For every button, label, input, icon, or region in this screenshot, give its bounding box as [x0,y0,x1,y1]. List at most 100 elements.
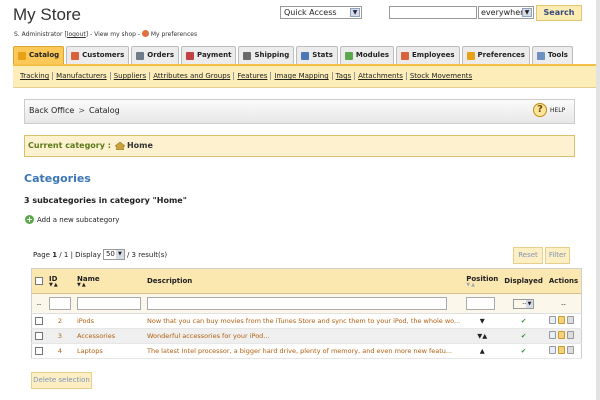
table-row[interactable]: 3 Accessories Wonderful accessories for … [31,328,582,344]
employees-icon [401,51,409,60]
edit-icon[interactable] [557,316,565,324]
scrollbar[interactable] [596,0,600,400]
tab-shipping[interactable]: Shipping [238,46,295,64]
filter-displayed-select[interactable]: -- ▼ [513,298,535,309]
tab-tools[interactable]: Tools [531,46,573,64]
filter-actions: -- [545,293,582,314]
catalog-icon [18,51,26,60]
filter-name-input[interactable] [77,297,141,310]
breadcrumb-root[interactable]: Back Office [29,106,74,115]
filter-id-cell [46,293,74,314]
view-icon[interactable] [548,346,556,354]
categories-table: ID ▼▲ Name ▼▲ Description Position ▼▲ Displ… [31,268,583,359]
delete-selection-button[interactable]: Delete selection [31,372,92,389]
user-line: S. Administrator [logout] - View my shop… [14,30,198,38]
subnav-stock-movements[interactable]: Stock Movements [407,72,475,80]
current-category-value[interactable]: Home [127,141,153,150]
logout-link[interactable]: logout [67,31,86,38]
user-icon [141,30,149,37]
row-description[interactable]: Wonderful accessories for your iPod... [144,328,464,344]
search-button[interactable]: Search [536,5,582,21]
subnav: Tracking Manufacturers Suppliers Attribu… [20,72,475,80]
table-row[interactable]: 2 iPods Now that you can buy movies from… [31,313,582,329]
tab-preferences[interactable]: Preferences [461,46,530,64]
filter-description-input[interactable] [147,297,447,310]
displayed-check-icon[interactable]: ✔ [501,313,546,329]
subnav-suppliers[interactable]: Suppliers [111,72,151,80]
search-input[interactable] [389,6,477,19]
add-subcategory-link[interactable]: + Add a new subcategory [25,215,119,224]
pager-label: Page [33,250,50,259]
tab-catalog[interactable]: Catalog [13,46,65,64]
filter-row: -- -- ▼ -- [31,293,582,314]
chevron-down-icon[interactable]: ▼ [350,8,360,17]
shipping-icon [243,51,252,60]
chevron-down-icon[interactable]: ▼ [522,8,532,17]
view-shop-link[interactable]: View my shop [94,31,136,38]
tab-orders[interactable]: Orders [131,46,180,64]
header-name: Name ▼▲ [74,268,144,294]
tab-modules[interactable]: Modules [339,46,394,64]
position-arrows[interactable]: ▼▲ [463,328,502,344]
subnav-attachments[interactable]: Attachments [355,72,407,80]
row-actions [545,328,582,344]
row-id[interactable]: 4 [46,343,74,359]
filter-position-input[interactable] [466,297,496,310]
displayed-check-icon[interactable]: ✔ [501,343,546,359]
subnav-attributes-groups[interactable]: Attributes and Groups [150,72,235,80]
tools-icon [536,51,545,60]
chevron-down-icon[interactable]: ▼ [115,250,124,259]
sort-arrows-icon[interactable]: ▼▲ [77,282,141,288]
tab-stats[interactable]: Stats [296,46,338,64]
help-button[interactable]: ? HELP [533,103,565,117]
filter-name-cell [74,293,144,314]
position-arrows[interactable]: ▼ [463,313,502,329]
edit-icon[interactable] [557,346,565,354]
subnav-features[interactable]: Features [234,72,272,80]
row-id[interactable]: 2 [46,313,74,329]
row-name[interactable]: iPods [74,313,144,329]
subnav-tags[interactable]: Tags [333,72,356,80]
row-checkbox[interactable] [35,332,43,340]
categories-heading: Categories [24,172,91,185]
subnav-manufacturers[interactable]: Manufacturers [53,72,111,80]
row-name[interactable]: Laptops [74,343,144,359]
tab-label: Payment [197,51,232,59]
row-id[interactable]: 3 [46,328,74,344]
pager-results: / 3 result(s) [126,250,168,259]
delete-icon[interactable] [566,316,574,324]
search-scope-select[interactable]: everywhere ▼ [478,6,534,19]
per-page-select[interactable]: 50 ▼ [102,249,125,260]
filter-description-cell [144,293,464,314]
reset-button[interactable]: Reset [513,247,543,264]
sort-arrows-icon[interactable]: ▼▲ [466,282,498,288]
subnav-tracking[interactable]: Tracking [20,72,54,80]
filter-id-input[interactable] [49,297,71,310]
row-description[interactable]: Now that you can buy movies from the iTu… [144,313,464,329]
displayed-check-icon[interactable]: ✔ [501,328,546,344]
view-icon[interactable] [548,331,556,339]
quick-access-select[interactable]: Quick Access ▼ [280,6,362,19]
preferences-link[interactable]: My preferences [151,31,197,38]
tab-customers[interactable]: Customers [66,46,130,64]
row-name[interactable]: Accessories [74,328,144,344]
tab-employees[interactable]: Employees [396,46,460,64]
position-arrows[interactable]: ▲ [463,343,502,359]
select-all-checkbox[interactable] [35,277,43,285]
sort-arrows-icon[interactable]: ▼▲ [49,282,71,288]
header-select [31,268,46,294]
edit-icon[interactable] [557,331,565,339]
delete-icon[interactable] [566,331,574,339]
tab-label: Catalog [29,51,60,59]
subnav-image-mapping[interactable]: Image Mapping [271,72,333,80]
tab-payment[interactable]: Payment [181,46,237,64]
chevron-down-icon[interactable]: ▼ [526,299,534,308]
view-icon[interactable] [548,316,556,324]
table-row[interactable]: 4 Laptops The latest Intel processor, a … [31,343,582,359]
breadcrumb: Back Office > Catalog [29,106,120,115]
row-description[interactable]: The latest Intel processor, a bigger har… [144,343,464,359]
filter-button[interactable]: Filter [545,247,570,264]
row-checkbox[interactable] [35,317,43,325]
row-checkbox[interactable] [35,347,43,355]
delete-icon[interactable] [566,346,574,354]
